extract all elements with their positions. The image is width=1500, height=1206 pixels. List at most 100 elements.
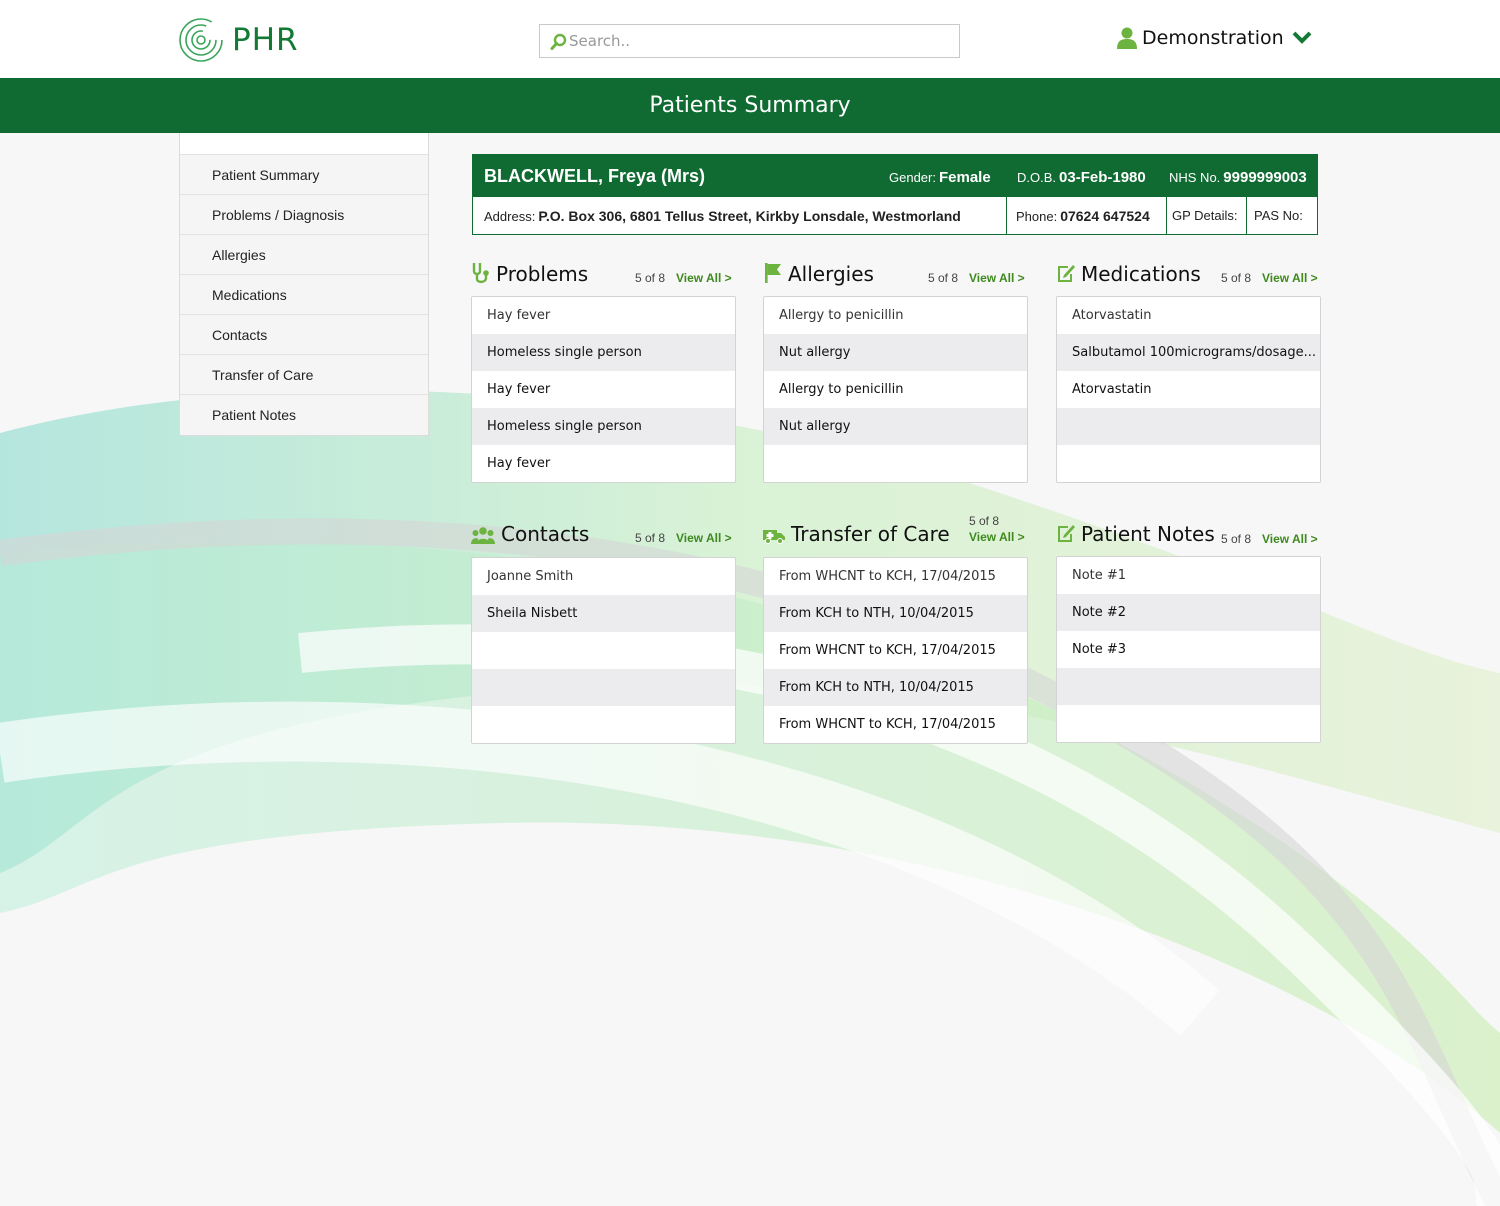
flag-icon: [765, 263, 781, 283]
view-all-link[interactable]: View All >: [676, 531, 732, 545]
panel-header: Patient Notes 5 of 8 View All >: [1056, 522, 1321, 556]
phr-logo[interactable]: PHR: [178, 16, 299, 64]
sidebar-item-transfer-of-care[interactable]: Transfer of Care: [180, 355, 428, 395]
nhs-value: 9999999003: [1223, 169, 1307, 186]
ambulance-icon: [763, 530, 785, 544]
list-item[interactable]: [764, 445, 1027, 482]
title-bar: Patients Summary: [0, 78, 1500, 133]
patient-gender: Gender: Female: [889, 169, 991, 186]
stethoscope-icon: [472, 263, 489, 284]
sidebar: Patient Summary Problems / Diagnosis All…: [179, 133, 429, 436]
view-all-link[interactable]: View All >: [676, 271, 732, 285]
panel-header: Medications 5 of 8 View All >: [1056, 262, 1321, 296]
sidebar-item-problems[interactable]: Problems / Diagnosis: [180, 195, 428, 235]
item-count: 5 of 8: [969, 514, 1000, 528]
list-item[interactable]: From WHCNT to KCH, 17/04/2015: [764, 706, 1027, 743]
list-item[interactable]: Homeless single person: [472, 334, 735, 371]
phone-label: Phone:: [1016, 209, 1058, 224]
patient-notes-list: Note #1 Note #2 Note #3: [1056, 556, 1321, 743]
patient-banner-details: Address: P.O. Box 306, 6801 Tellus Street…: [473, 197, 1317, 235]
list-item[interactable]: [1057, 705, 1320, 742]
list-item[interactable]: [1057, 408, 1320, 445]
item-count: 5 of 8: [928, 271, 959, 285]
list-item[interactable]: [472, 706, 735, 743]
patient-nhs: NHS No. 9999999003: [1169, 169, 1307, 186]
patient-address: Address: P.O. Box 306, 6801 Tellus Street…: [484, 197, 961, 235]
patient-banner: BLACKWELL, Freya (Mrs) Gender: Female D.O…: [472, 154, 1318, 235]
panel-title: Problems: [496, 262, 589, 286]
panel-title: Allergies: [788, 262, 874, 286]
list-item[interactable]: Allergy to penicillin: [764, 297, 1027, 334]
list-item[interactable]: Note #2: [1057, 594, 1320, 631]
list-item[interactable]: [472, 669, 735, 706]
view-all-link[interactable]: View All >: [969, 530, 1025, 544]
list-item[interactable]: From KCH to NTH, 10/04/2015: [764, 669, 1027, 706]
list-item[interactable]: Hay fever: [472, 371, 735, 408]
search-input[interactable]: [569, 29, 949, 53]
panel-header: Contacts 5 of 8 View All >: [471, 522, 736, 556]
view-all-link[interactable]: View All >: [1262, 532, 1318, 546]
gender-label: Gender:: [889, 170, 936, 185]
group-icon: [471, 527, 495, 544]
item-count: 5 of 8: [635, 531, 666, 545]
sidebar-item-medications[interactable]: Medications: [180, 275, 428, 315]
panel-title: Transfer of Care: [791, 522, 950, 546]
list-item[interactable]: Nut allergy: [764, 408, 1027, 445]
list-item[interactable]: From KCH to NTH, 10/04/2015: [764, 595, 1027, 632]
list-item[interactable]: From WHCNT to KCH, 17/04/2015: [764, 632, 1027, 669]
dob-value: 03-Feb-1980: [1059, 169, 1146, 186]
list-item[interactable]: Joanne Smith: [472, 558, 735, 595]
list-item[interactable]: Homeless single person: [472, 408, 735, 445]
list-item[interactable]: [1057, 445, 1320, 482]
patient-dob: D.O.B. 03-Feb-1980: [1017, 169, 1146, 186]
sidebar-header: [180, 133, 428, 155]
logo-text: PHR: [232, 22, 299, 58]
edit-icon: [1058, 525, 1075, 542]
list-item[interactable]: Nut allergy: [764, 334, 1027, 371]
chevron-down-icon[interactable]: [1292, 31, 1312, 45]
transfer-of-care-list: From WHCNT to KCH, 17/04/2015 From KCH t…: [763, 557, 1028, 744]
nhs-label: NHS No.: [1169, 170, 1221, 185]
sidebar-item-patient-summary[interactable]: Patient Summary: [180, 155, 428, 195]
user-menu[interactable]: Demonstration: [1117, 27, 1312, 49]
patient-phone: Phone: 07624 647524: [1016, 197, 1150, 235]
divider: [1246, 197, 1247, 235]
list-item[interactable]: Hay fever: [472, 445, 735, 482]
user-icon: [1117, 27, 1137, 49]
panel-title: Contacts: [501, 522, 590, 546]
list-item[interactable]: Hay fever: [472, 297, 735, 334]
search-box[interactable]: [539, 24, 960, 58]
top-bar: PHR Demonstration: [0, 0, 1500, 78]
panel-header: Transfer of Care 5 of 8 View All >: [763, 514, 1028, 556]
patient-notes-panel: Patient Notes 5 of 8 View All > Note #1 …: [1056, 522, 1321, 743]
user-name: Demonstration: [1142, 27, 1284, 49]
dob-label: D.O.B.: [1017, 170, 1057, 185]
panel-title: Patient Notes: [1081, 522, 1215, 546]
list-item[interactable]: [472, 632, 735, 669]
transfer-of-care-panel: Transfer of Care 5 of 8 View All > From …: [763, 514, 1028, 744]
allergies-panel: Allergies 5 of 8 View All > Allergy to p…: [763, 262, 1028, 483]
item-count: 5 of 8: [1221, 271, 1252, 285]
panel-title: Medications: [1081, 262, 1201, 286]
view-all-link[interactable]: View All >: [969, 271, 1025, 285]
contacts-panel: Contacts 5 of 8 View All > Joanne Smith …: [471, 522, 736, 744]
list-item[interactable]: Allergy to penicillin: [764, 371, 1027, 408]
divider: [1166, 197, 1167, 235]
list-item[interactable]: Atorvastatin: [1057, 371, 1320, 408]
phone-value: 07624 647524: [1060, 208, 1150, 224]
list-item[interactable]: Atorvastatin: [1057, 297, 1320, 334]
list-item[interactable]: Note #1: [1057, 557, 1320, 594]
list-item[interactable]: Note #3: [1057, 631, 1320, 668]
list-item[interactable]: Salbutamol 100micrograms/dosage...: [1057, 334, 1320, 371]
sidebar-item-allergies[interactable]: Allergies: [180, 235, 428, 275]
view-all-link[interactable]: View All >: [1262, 271, 1318, 285]
list-item[interactable]: [1057, 668, 1320, 705]
list-item[interactable]: Sheila Nisbett: [472, 595, 735, 632]
medications-list: Atorvastatin Salbutamol 100micrograms/do…: [1056, 296, 1321, 483]
list-item[interactable]: From WHCNT to KCH, 17/04/2015: [764, 558, 1027, 595]
sidebar-item-contacts[interactable]: Contacts: [180, 315, 428, 355]
sidebar-item-patient-notes[interactable]: Patient Notes: [180, 395, 428, 435]
patient-pas-no: PAS No:: [1254, 208, 1303, 223]
panel-header: Allergies 5 of 8 View All >: [763, 262, 1028, 296]
address-label: Address:: [484, 209, 536, 224]
